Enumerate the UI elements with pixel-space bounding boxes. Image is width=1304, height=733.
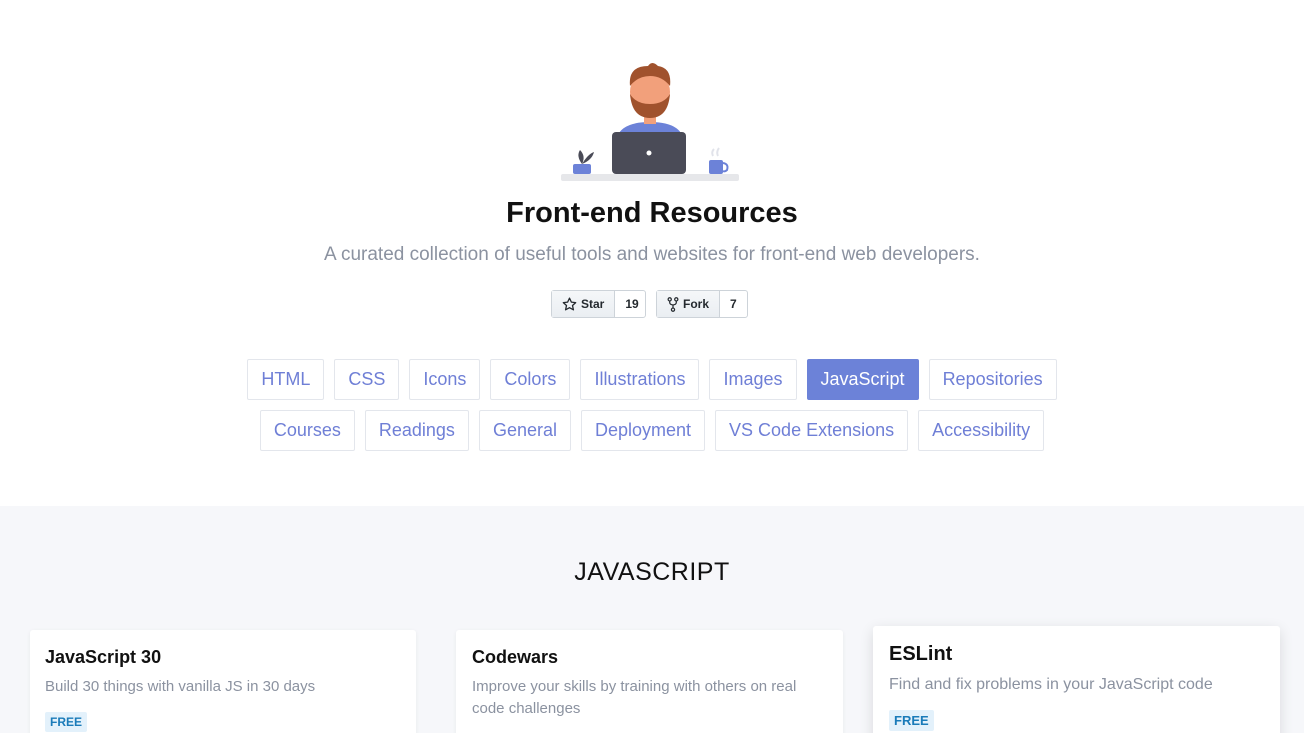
fork-button[interactable]: Fork bbox=[657, 291, 721, 317]
star-count[interactable]: 19 bbox=[615, 291, 648, 317]
tag-deployment[interactable]: Deployment bbox=[580, 410, 706, 451]
tag-icons[interactable]: Icons bbox=[409, 359, 481, 400]
section-title: JAVASCRIPT bbox=[574, 558, 730, 586]
card-title: Codewars bbox=[472, 647, 559, 667]
developer-illustration bbox=[561, 63, 739, 181]
tag-general[interactable]: General bbox=[478, 410, 571, 451]
tag-repositories[interactable]: Repositories bbox=[928, 359, 1057, 400]
card-title: JavaScript 30 bbox=[45, 647, 162, 667]
tag-accessibility[interactable]: Accessibility bbox=[918, 410, 1045, 451]
fork-count[interactable]: 7 bbox=[720, 291, 747, 317]
tag-readings[interactable]: Readings bbox=[364, 410, 469, 451]
tag-vs-code-extensions[interactable]: VS Code Extensions bbox=[715, 410, 909, 451]
tag-colors[interactable]: Colors bbox=[490, 359, 571, 400]
resource-card-hovered[interactable]: ESLint Find and fix problems in your Jav… bbox=[873, 626, 1280, 733]
tag-courses[interactable]: Courses bbox=[259, 410, 355, 451]
tag-javascript[interactable]: JavaScript bbox=[806, 359, 919, 400]
card-description: Find and fix problems in your JavaScript… bbox=[889, 676, 1213, 693]
github-fork-widget: Fork 7 bbox=[656, 290, 748, 318]
tag-html[interactable]: HTML bbox=[247, 359, 325, 400]
free-badge: FREE bbox=[45, 712, 88, 732]
star-icon bbox=[562, 296, 577, 310]
star-button[interactable]: Star bbox=[552, 291, 616, 317]
hero-section: Front-end Resources A curated collection… bbox=[0, 0, 1304, 506]
tag-images[interactable]: Images bbox=[709, 359, 797, 400]
free-badge: FREE bbox=[889, 710, 934, 731]
card-title: ESLint bbox=[889, 643, 953, 665]
page-subtitle: A curated collection of useful tools and… bbox=[324, 244, 980, 265]
fork-label: Fork bbox=[683, 297, 710, 311]
github-star-widget: Star 19 bbox=[551, 290, 646, 318]
card-description: Build 30 things with vanilla JS in 30 da… bbox=[45, 678, 316, 695]
star-label: Star bbox=[581, 297, 605, 311]
resource-card[interactable]: JavaScript 30 Build 30 things with vanil… bbox=[30, 630, 416, 733]
resource-card[interactable]: Codewars Improve your skills by training… bbox=[456, 630, 843, 733]
category-tags-row-2: Courses Readings General Deployment VS C… bbox=[0, 410, 1304, 451]
tag-illustrations[interactable]: Illustrations bbox=[580, 359, 700, 400]
tag-css[interactable]: CSS bbox=[334, 359, 400, 400]
category-tags-row-1: HTML CSS Icons Colors Illustrations Imag… bbox=[0, 359, 1304, 400]
resources-section: JAVASCRIPT JavaScript 30 Build 30 things… bbox=[0, 506, 1304, 733]
page-title: Front-end Resources bbox=[506, 197, 798, 229]
fork-icon bbox=[667, 296, 679, 312]
card-description: Improve your skills by training with oth… bbox=[472, 678, 797, 717]
